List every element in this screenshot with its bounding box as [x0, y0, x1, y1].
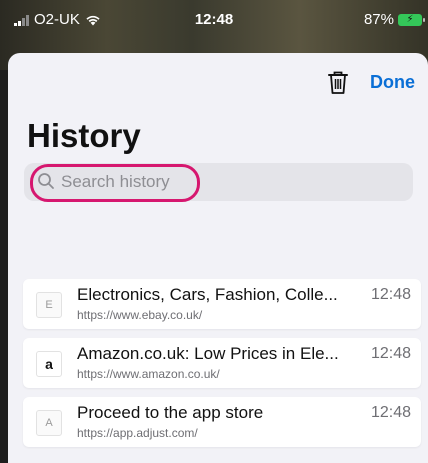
history-item-amazon[interactable]: a Amazon.co.uk: Low Prices in Ele... htt… [23, 338, 421, 388]
history-item-title: Proceed to the app store [77, 403, 264, 422]
history-item-adjust[interactable]: A Proceed to the app store https://app.a… [23, 397, 421, 447]
search-icon [38, 173, 54, 189]
history-item-title: Amazon.co.uk: Low Prices in Ele... [77, 344, 339, 363]
history-item-ebay[interactable]: E Electronics, Cars, Fashion, Colle... h… [23, 279, 421, 329]
amazon-favicon-icon: a [36, 351, 62, 377]
status-bar: O2-UK 12:48 87% ⚡ [0, 0, 428, 40]
done-button[interactable]: Done [370, 72, 415, 93]
history-sheet: Done History E Electronics, Cars, Fashio… [8, 53, 428, 463]
history-item-time: 12:48 [370, 404, 411, 421]
history-list: E Electronics, Cars, Fashion, Colle... h… [23, 279, 421, 456]
search-input[interactable] [59, 168, 223, 196]
history-item-url: https://www.ebay.co.uk/ [77, 308, 203, 322]
clear-history-button[interactable] [323, 68, 353, 98]
ebay-favicon-icon: E [36, 292, 62, 318]
history-item-title: Electronics, Cars, Fashion, Colle... [77, 285, 338, 304]
history-item-time: 12:48 [370, 286, 411, 303]
history-item-url: https://www.amazon.co.uk/ [77, 367, 220, 381]
battery-group: 87% ⚡ [363, 11, 425, 28]
history-item-time: 12:48 [370, 345, 411, 362]
battery-charging-icon: ⚡ [398, 13, 425, 26]
page-title: History [27, 117, 141, 154]
search-bar[interactable] [24, 163, 413, 202]
trash-icon [328, 71, 348, 94]
battery-percent: 87% [363, 11, 394, 28]
history-item-url: https://app.adjust.com/ [77, 426, 198, 440]
adjust-favicon-icon: A [36, 410, 62, 436]
